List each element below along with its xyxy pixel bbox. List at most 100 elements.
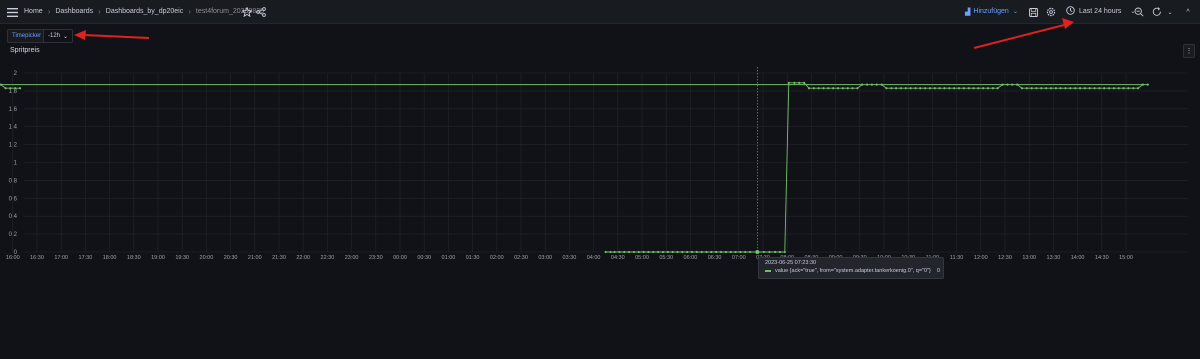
data-point	[1069, 87, 1072, 90]
data-point	[647, 250, 650, 254]
data-point	[1074, 87, 1077, 90]
data-point	[841, 87, 844, 90]
data-point	[1141, 83, 1145, 86]
data-point	[822, 87, 825, 90]
x-tick-label: 13:30	[1047, 255, 1061, 261]
data-point	[690, 250, 694, 254]
data-point	[1107, 87, 1111, 90]
data-point	[1040, 87, 1043, 90]
x-tick-label: 03:00	[538, 255, 552, 261]
data-point	[787, 81, 790, 84]
data-point	[817, 87, 820, 90]
y-tick-label: 0.6	[9, 196, 18, 202]
data-point	[967, 87, 970, 90]
data-point	[604, 250, 607, 254]
data-point	[1049, 87, 1053, 90]
data-point	[739, 250, 742, 254]
x-tick-label: 19:00	[151, 255, 165, 261]
tooltip-value: 0	[937, 268, 941, 274]
x-tick-label: 12:00	[974, 255, 988, 261]
x-tick-label: 22:00	[296, 255, 310, 261]
data-point	[681, 250, 684, 254]
data-point	[870, 83, 874, 86]
data-point	[1045, 87, 1048, 90]
data-point	[1025, 87, 1028, 90]
x-tick-label: 11:30	[950, 255, 963, 261]
x-tick-label: 21:30	[272, 255, 286, 261]
data-point	[1122, 87, 1125, 90]
data-point	[856, 87, 859, 90]
data-point	[609, 250, 612, 254]
data-point	[919, 87, 922, 90]
data-point	[865, 83, 869, 86]
data-point	[953, 87, 956, 90]
x-tick-label: 23:00	[345, 255, 359, 261]
x-tick-label: 16:30	[30, 255, 44, 261]
data-point	[9, 87, 12, 90]
x-tick-label: 23:30	[369, 255, 383, 261]
data-point	[642, 250, 645, 254]
x-tick-label: 17:30	[79, 255, 93, 261]
data-point	[793, 81, 796, 84]
data-point	[778, 250, 782, 254]
data-point	[724, 250, 727, 254]
data-point	[928, 87, 932, 90]
y-tick-label: 1.6	[9, 107, 18, 113]
data-point	[1035, 87, 1038, 90]
data-point	[986, 87, 990, 90]
data-point	[1098, 87, 1101, 90]
data-point	[836, 87, 840, 90]
time-series-chart[interactable]: 0 0.2 0.4 0.6 0.8 1 1.2 1.4 1.6 1.8 2 16:30 17:00 17:…	[0, 0, 1200, 359]
data-point	[729, 250, 732, 254]
data-point	[851, 87, 854, 90]
data-point	[962, 87, 965, 90]
data-point	[695, 250, 698, 254]
data-point	[880, 83, 883, 86]
data-point	[1112, 87, 1115, 90]
x-tick-label: 18:30	[127, 255, 141, 261]
data-point	[4, 87, 7, 90]
x-tick-label: 00:00	[393, 255, 407, 261]
x-tick-label: 14:00	[1071, 255, 1085, 261]
data-point	[798, 81, 801, 84]
data-point	[783, 250, 786, 254]
x-tick-label: 04:00	[587, 255, 601, 261]
data-point	[618, 250, 621, 254]
data-point	[827, 87, 830, 90]
data-point	[768, 250, 771, 254]
data-point	[948, 87, 951, 90]
data-point	[1132, 87, 1135, 90]
y-tick-label: 2	[14, 71, 18, 77]
x-tick-label: 17:00	[54, 255, 68, 261]
data-point	[1083, 87, 1086, 90]
data-point	[846, 87, 849, 90]
data-point	[1093, 87, 1096, 90]
data-point	[700, 250, 703, 254]
data-point	[632, 250, 636, 254]
data-point	[762, 250, 765, 254]
data-point	[637, 250, 640, 254]
x-tick-label: 14:30	[1095, 255, 1109, 261]
data-point	[1011, 83, 1014, 86]
data-point	[18, 87, 22, 90]
data-point	[1064, 87, 1067, 90]
data-point	[657, 250, 660, 254]
data-point	[885, 87, 888, 90]
data-point	[705, 250, 708, 254]
data-point	[671, 250, 674, 254]
data-point	[972, 87, 975, 90]
data-point	[914, 87, 917, 90]
x-tick-label: 00:30	[417, 255, 431, 261]
data-point	[1030, 87, 1033, 90]
series-color-swatch	[765, 270, 771, 272]
x-tick-label: 16:00	[6, 255, 20, 261]
x-tick-label: 01:30	[466, 255, 480, 261]
x-tick-label: 19:30	[175, 255, 189, 261]
data-point	[1054, 87, 1057, 90]
data-point	[977, 87, 980, 90]
x-tick-label: 05:30	[659, 255, 673, 261]
hover-point	[755, 250, 760, 254]
x-tick-label: 04:30	[611, 255, 625, 261]
y-tick-label: 0.4	[9, 214, 18, 220]
data-point	[661, 250, 665, 254]
